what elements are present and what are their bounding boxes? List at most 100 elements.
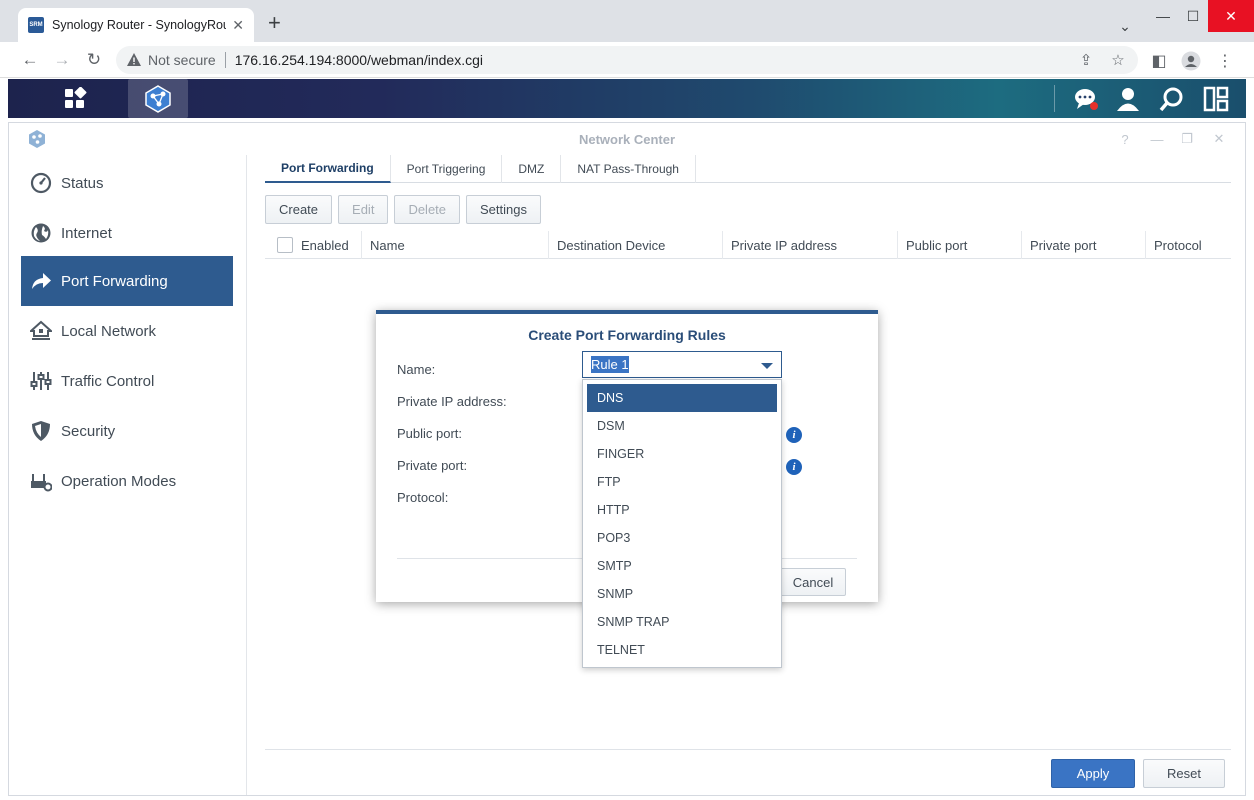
maximize-window-icon[interactable]: ☐ bbox=[1180, 0, 1206, 32]
sidebar-item-label: Status bbox=[61, 174, 104, 192]
sidebar-item-traffic-control[interactable]: Traffic Control bbox=[21, 356, 233, 406]
widgets-icon bbox=[1203, 86, 1229, 111]
profile-avatar-icon[interactable] bbox=[1180, 50, 1202, 72]
tab-port-forwarding[interactable]: Port Forwarding bbox=[265, 155, 391, 183]
minimize-window-icon[interactable]: — bbox=[1150, 0, 1176, 32]
router-icon bbox=[29, 469, 53, 493]
footer-divider bbox=[265, 749, 1231, 750]
network-center-icon bbox=[145, 84, 171, 113]
column-private-ip[interactable]: Private IP address bbox=[723, 231, 898, 259]
close-window-icon[interactable]: ✕ bbox=[1208, 0, 1254, 32]
option-ftp[interactable]: FTP bbox=[587, 468, 777, 496]
option-telnet[interactable]: TELNET bbox=[587, 636, 777, 664]
column-enabled[interactable]: Enabled bbox=[265, 231, 362, 259]
option-snmp[interactable]: SNMP bbox=[587, 580, 777, 608]
tab-port-triggering[interactable]: Port Triggering bbox=[391, 155, 503, 183]
app-grid-icon bbox=[65, 86, 87, 108]
sidebar-item-security[interactable]: Security bbox=[21, 406, 233, 456]
sidebar-item-operation-modes[interactable]: Operation Modes bbox=[21, 456, 233, 506]
browser-menu-icon[interactable]: ⋮ bbox=[1214, 50, 1236, 72]
sidebar-item-status[interactable]: Status bbox=[21, 158, 233, 208]
column-name[interactable]: Name bbox=[362, 231, 549, 259]
option-http[interactable]: HTTP bbox=[587, 496, 777, 524]
window-minimize-icon[interactable]: — bbox=[1147, 129, 1167, 149]
globe-icon bbox=[29, 221, 53, 245]
window-titlebar[interactable]: Network Center ? — ❐ ✕ bbox=[9, 123, 1245, 155]
browser-tab[interactable]: SRM Synology Router - SynologyRouter ✕ bbox=[18, 8, 254, 42]
private-port-info-icon[interactable]: i bbox=[786, 459, 802, 475]
cancel-button[interactable]: Cancel bbox=[780, 568, 846, 596]
sidebar-item-label: Local Network bbox=[61, 322, 157, 340]
edit-button[interactable]: Edit bbox=[338, 195, 389, 224]
apply-button[interactable]: Apply bbox=[1051, 759, 1135, 788]
column-private-port[interactable]: Private port bbox=[1022, 231, 1146, 259]
option-finger[interactable]: FINGER bbox=[587, 440, 777, 468]
new-tab-icon[interactable]: + bbox=[268, 12, 281, 34]
forward-arrow-icon bbox=[29, 269, 53, 293]
option-smtp[interactable]: SMTP bbox=[587, 552, 777, 580]
url-text[interactable]: 176.16.254.194:8000/webman/index.cgi bbox=[235, 52, 483, 68]
warning-triangle-icon bbox=[127, 53, 141, 66]
option-dsm[interactable]: DSM bbox=[587, 412, 777, 440]
network-center-taskbar-button[interactable] bbox=[128, 79, 188, 118]
sidebar-item-label: Security bbox=[61, 422, 116, 440]
home-network-icon bbox=[29, 319, 53, 343]
window-title: Network Center bbox=[578, 132, 676, 147]
share-icon[interactable]: ⇪ bbox=[1074, 46, 1098, 74]
tab-search-chevron-icon[interactable]: ⌄ bbox=[1112, 10, 1138, 42]
delete-button[interactable]: Delete bbox=[394, 195, 461, 224]
sidebar: Status Internet Port Forwarding Local Ne… bbox=[9, 155, 247, 795]
synology-favicon-icon: SRM bbox=[28, 17, 44, 33]
user-button[interactable] bbox=[1106, 79, 1150, 118]
main-menu-button[interactable] bbox=[30, 79, 120, 118]
close-tab-icon[interactable]: ✕ bbox=[232, 17, 244, 34]
option-pop3[interactable]: POP3 bbox=[587, 524, 777, 552]
help-icon[interactable]: ? bbox=[1115, 129, 1135, 149]
column-public-port[interactable]: Public port bbox=[898, 231, 1022, 259]
column-label: Enabled bbox=[301, 237, 349, 253]
back-arrow-icon[interactable]: ← bbox=[18, 48, 42, 72]
option-dns[interactable]: DNS bbox=[587, 384, 777, 412]
chat-notification-icon bbox=[1075, 88, 1098, 110]
name-label: Name: bbox=[397, 362, 436, 377]
column-destination-device[interactable]: Destination Device bbox=[549, 231, 723, 259]
side-panel-icon[interactable]: ◧ bbox=[1148, 50, 1170, 72]
search-button[interactable] bbox=[1150, 79, 1194, 118]
sidebar-item-internet[interactable]: Internet bbox=[21, 208, 233, 258]
name-combobox[interactable]: Rule 1 bbox=[582, 351, 782, 378]
sidebar-item-local-network[interactable]: Local Network bbox=[21, 306, 233, 356]
sidebar-item-label: Port Forwarding bbox=[61, 272, 168, 290]
browser-tab-title: Synology Router - SynologyRouter bbox=[52, 18, 227, 32]
browser-toolbar: ← → ↻ Not secure 176.16.254.194:8000/web… bbox=[0, 42, 1254, 78]
column-protocol[interactable]: Protocol bbox=[1146, 231, 1220, 259]
tab-bar: Port Forwarding Port Triggering DMZ NAT … bbox=[265, 155, 1231, 183]
create-button[interactable]: Create bbox=[265, 195, 333, 224]
public-port-info-icon[interactable]: i bbox=[786, 427, 802, 443]
not-secure-label[interactable]: Not secure bbox=[148, 52, 216, 68]
reload-icon[interactable]: ↻ bbox=[82, 48, 106, 72]
shield-icon bbox=[29, 419, 53, 443]
notifications-button[interactable] bbox=[1064, 79, 1108, 118]
select-all-checkbox[interactable] bbox=[277, 237, 293, 253]
address-bar[interactable]: Not secure 176.16.254.194:8000/webman/in… bbox=[116, 46, 1138, 74]
name-input-value[interactable]: Rule 1 bbox=[591, 356, 629, 373]
bookmark-star-icon[interactable]: ☆ bbox=[1106, 46, 1130, 74]
service-dropdown-list: DNS DSM FINGER FTP HTTP POP3 SMTP SNMP S… bbox=[582, 379, 782, 668]
taskbar-divider bbox=[1054, 85, 1055, 112]
reset-button[interactable]: Reset bbox=[1143, 759, 1225, 788]
option-snmp-trap[interactable]: SNMP TRAP bbox=[587, 608, 777, 636]
toolbar: Create Edit Delete Settings bbox=[265, 195, 541, 224]
settings-button[interactable]: Settings bbox=[466, 195, 541, 224]
tab-dmz[interactable]: DMZ bbox=[502, 155, 562, 183]
window-close-icon[interactable]: ✕ bbox=[1209, 129, 1229, 149]
browser-tabstrip: SRM Synology Router - SynologyRouter ✕ +… bbox=[0, 0, 1254, 42]
forward-arrow-icon[interactable]: → bbox=[50, 48, 74, 72]
tab-nat-pass-through[interactable]: NAT Pass-Through bbox=[561, 155, 696, 183]
dropdown-arrow-icon[interactable] bbox=[761, 363, 773, 369]
sidebar-item-port-forwarding[interactable]: Port Forwarding bbox=[21, 256, 233, 306]
dialog-title: Create Port Forwarding Rules bbox=[528, 327, 726, 343]
clock-icon bbox=[29, 171, 53, 195]
private-port-label: Private port: bbox=[397, 458, 468, 473]
window-restore-icon[interactable]: ❐ bbox=[1177, 129, 1197, 149]
widgets-button[interactable] bbox=[1194, 79, 1238, 118]
